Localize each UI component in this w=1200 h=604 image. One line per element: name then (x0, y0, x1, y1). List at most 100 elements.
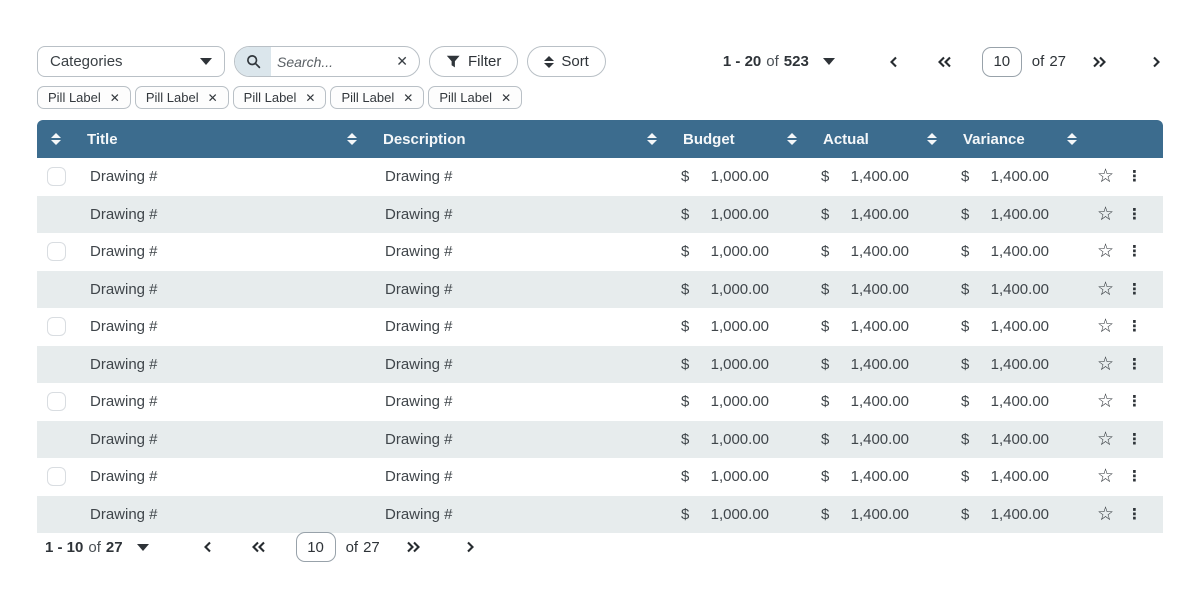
row-checkbox[interactable] (47, 317, 66, 336)
filter-pill: Pill Label ✕ (135, 86, 229, 109)
chevron-left-icon[interactable] (201, 540, 215, 554)
table-row: Drawing # Drawing # $ 1,000.00 $ 1,400.0… (37, 308, 1163, 346)
remove-pill-icon[interactable]: ✕ (208, 91, 218, 105)
bottom-pagination: 1 - 10 of 27 of 27 (45, 532, 477, 562)
kebab-menu-icon[interactable]: ⋮ (1127, 394, 1142, 409)
double-chevron-right-icon[interactable] (1090, 55, 1109, 69)
pages-total: 27 (363, 539, 380, 556)
kebab-menu-icon[interactable]: ⋮ (1127, 357, 1142, 372)
double-chevron-left-icon[interactable] (249, 540, 268, 554)
kebab-menu-icon[interactable]: ⋮ (1127, 319, 1142, 334)
chevron-right-icon[interactable] (463, 540, 477, 554)
favorite-star-icon[interactable]: ☆ (1097, 355, 1114, 374)
row-title: Drawing # (90, 356, 158, 373)
row-description: Drawing # (385, 431, 453, 448)
table-row: Drawing # Drawing # $ 1,000.00 $ 1,400.0… (37, 346, 1163, 384)
row-checkbox[interactable] (47, 242, 66, 261)
actual-currency: $ (821, 356, 829, 373)
categories-label: Categories (50, 53, 123, 70)
actual-currency: $ (821, 281, 829, 298)
clear-search-icon[interactable]: ✕ (385, 53, 419, 70)
remove-pill-icon[interactable]: ✕ (305, 91, 315, 105)
actual-currency: $ (821, 168, 829, 185)
filter-pill-label: Pill Label (439, 90, 492, 105)
sort-icon-description[interactable] (347, 133, 357, 145)
favorite-star-icon[interactable]: ☆ (1097, 242, 1114, 261)
table-row: Drawing # Drawing # $ 1,000.00 $ 1,400.0… (37, 271, 1163, 309)
kebab-menu-icon[interactable]: ⋮ (1127, 432, 1142, 447)
budget-currency: $ (681, 243, 689, 260)
remove-pill-icon[interactable]: ✕ (403, 91, 413, 105)
favorite-star-icon[interactable]: ☆ (1097, 430, 1114, 449)
remove-pill-icon[interactable]: ✕ (501, 91, 511, 105)
table-row: Drawing # Drawing # $ 1,000.00 $ 1,400.0… (37, 196, 1163, 234)
column-header-description: Description (383, 131, 466, 148)
double-chevron-right-icon[interactable] (404, 540, 423, 554)
categories-select[interactable]: Categories (37, 46, 225, 77)
chevron-right-icon[interactable] (1149, 55, 1163, 69)
favorite-star-icon[interactable]: ☆ (1097, 167, 1114, 186)
actual-value: 1,400.00 (851, 431, 909, 448)
favorite-star-icon[interactable]: ☆ (1097, 280, 1114, 299)
sort-icon-budget[interactable] (647, 133, 657, 145)
table-row: Drawing # Drawing # $ 1,000.00 $ 1,400.0… (37, 458, 1163, 496)
column-header-title: Title (87, 131, 118, 148)
favorite-star-icon[interactable]: ☆ (1097, 205, 1114, 224)
data-table: Title Description Budget Actual Variance (37, 120, 1163, 533)
row-title: Drawing # (90, 468, 158, 485)
favorite-star-icon[interactable]: ☆ (1097, 392, 1114, 411)
kebab-menu-icon[interactable]: ⋮ (1127, 469, 1142, 484)
page-input[interactable] (296, 532, 336, 562)
variance-currency: $ (961, 356, 969, 373)
actual-currency: $ (821, 393, 829, 410)
filter-button[interactable]: Filter (429, 46, 518, 77)
table-body: Drawing # Drawing # $ 1,000.00 $ 1,400.0… (37, 158, 1163, 533)
budget-value: 1,000.00 (711, 393, 769, 410)
sort-icon-actions[interactable] (1067, 133, 1077, 145)
kebab-menu-icon[interactable]: ⋮ (1127, 507, 1142, 522)
kebab-menu-icon[interactable]: ⋮ (1127, 207, 1142, 222)
budget-currency: $ (681, 318, 689, 335)
favorite-star-icon[interactable]: ☆ (1097, 505, 1114, 524)
favorite-star-icon[interactable]: ☆ (1097, 467, 1114, 486)
kebab-menu-icon[interactable]: ⋮ (1127, 244, 1142, 259)
budget-currency: $ (681, 393, 689, 410)
kebab-menu-icon[interactable]: ⋮ (1127, 169, 1142, 184)
sort-icon-actual[interactable] (787, 133, 797, 145)
actual-currency: $ (821, 431, 829, 448)
budget-currency: $ (681, 168, 689, 185)
variance-value: 1,400.00 (991, 243, 1049, 260)
variance-currency: $ (961, 243, 969, 260)
table-header: Title Description Budget Actual Variance (37, 120, 1163, 158)
favorite-star-icon[interactable]: ☆ (1097, 317, 1114, 336)
sort-icon-variance[interactable] (927, 133, 937, 145)
row-title: Drawing # (90, 318, 158, 335)
page-input[interactable] (982, 47, 1022, 77)
table-row: Drawing # Drawing # $ 1,000.00 $ 1,400.0… (37, 233, 1163, 271)
chevron-left-icon[interactable] (887, 55, 901, 69)
sort-icon-title[interactable] (51, 133, 61, 145)
sort-button[interactable]: Sort (527, 46, 606, 77)
page-range-summary[interactable]: 1 - 10 of 27 (45, 539, 149, 556)
filter-pill-label: Pill Label (244, 90, 297, 105)
budget-currency: $ (681, 506, 689, 523)
column-header-variance: Variance (963, 131, 1025, 148)
variance-value: 1,400.00 (991, 318, 1049, 335)
row-checkbox[interactable] (47, 167, 66, 186)
double-chevron-left-icon[interactable] (935, 55, 954, 69)
page: Categories ✕ Filter Sort (0, 46, 1200, 604)
kebab-menu-icon[interactable]: ⋮ (1127, 282, 1142, 297)
variance-currency: $ (961, 206, 969, 223)
of-label: of (766, 53, 779, 70)
remove-pill-icon[interactable]: ✕ (110, 91, 120, 105)
row-checkbox[interactable] (47, 467, 66, 486)
page-range-summary[interactable]: 1 - 20 of 523 (723, 53, 835, 70)
actual-currency: $ (821, 206, 829, 223)
sort-arrows-icon (544, 56, 554, 68)
search-input[interactable] (271, 54, 385, 70)
row-checkbox[interactable] (47, 392, 66, 411)
variance-value: 1,400.00 (991, 356, 1049, 373)
filter-pill: Pill Label ✕ (37, 86, 131, 109)
range-text: 1 - 20 (723, 53, 761, 70)
table-row: Drawing # Drawing # $ 1,000.00 $ 1,400.0… (37, 496, 1163, 534)
